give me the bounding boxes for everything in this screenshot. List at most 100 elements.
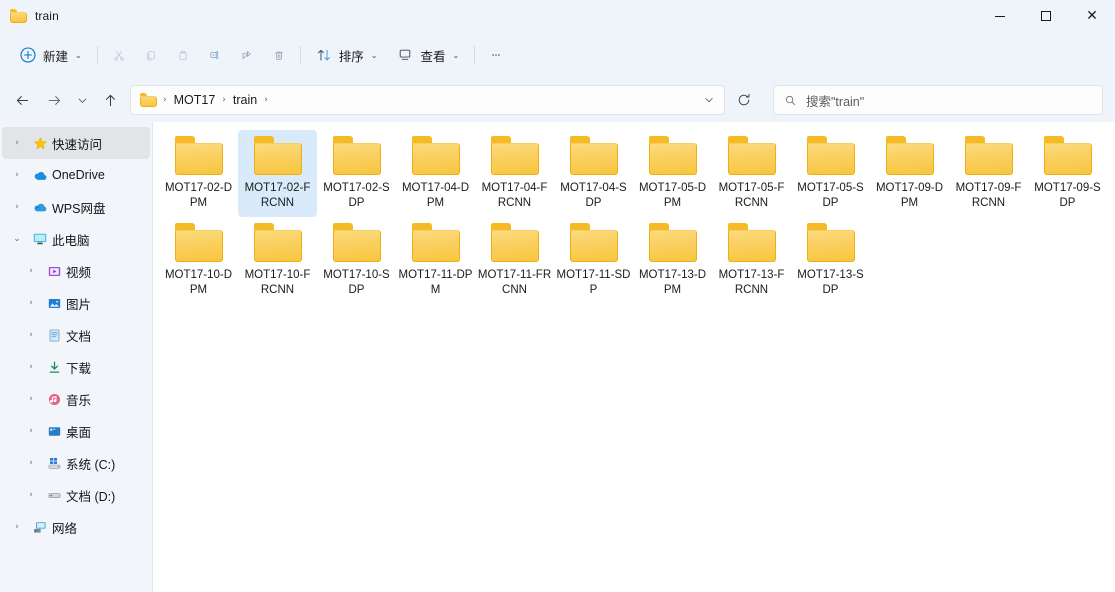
sidebar-item-documents-drive-d[interactable]: › 文档 (D:) [2, 479, 150, 511]
address-bar[interactable]: › MOT17 › train › [130, 85, 725, 115]
chevron-right-icon[interactable]: › [20, 458, 42, 468]
chevron-right-icon[interactable]: › [6, 170, 28, 180]
folder-tile[interactable]: MOT17-10-DPM [159, 217, 238, 304]
share-button[interactable] [231, 39, 263, 71]
chevron-right-icon[interactable]: › [20, 394, 42, 404]
chevron-down-icon[interactable]: ⌄ [6, 234, 28, 244]
breadcrumb-item-mot17[interactable]: MOT17 [168, 90, 222, 110]
refresh-button[interactable] [729, 86, 759, 114]
new-button[interactable]: 新建 ⌄ [10, 39, 92, 71]
chevron-right-icon[interactable]: › [6, 138, 28, 148]
folder-tile[interactable]: MOT17-11-FRCNN [475, 217, 554, 304]
sidebar-item-pictures[interactable]: › 图片 [2, 287, 150, 319]
sidebar-item-label: OneDrive [52, 168, 105, 182]
sort-icon [317, 49, 330, 61]
chevron-right-icon[interactable]: › [20, 426, 42, 436]
folder-tile[interactable]: MOT17-05-FRCNN [712, 130, 791, 217]
sidebar-item-wps-cloud[interactable]: › WPS网盘 [2, 191, 150, 223]
sidebar-item-downloads[interactable]: › 下载 [2, 351, 150, 383]
wps-cloud-icon [28, 199, 52, 216]
sidebar-item-desktop[interactable]: › 桌面 [2, 415, 150, 447]
folder-icon [10, 9, 27, 23]
cut-button[interactable] [103, 39, 135, 71]
view-button[interactable]: 查看 ⌄ [387, 39, 469, 71]
folder-name-label: MOT17-11-FRCNN [477, 269, 552, 296]
paste-button[interactable] [167, 39, 199, 71]
downloads-icon [42, 360, 66, 375]
file-explorer-window: train ✕ 新建 ⌄ 排序 ⌄ 查看 ⌄ › MOT17 › train ›… [0, 0, 1115, 592]
folder-icon [174, 223, 223, 262]
drive-icon [42, 488, 66, 503]
chevron-down-icon: ⌄ [75, 50, 82, 60]
folder-tile[interactable]: MOT17-13-DPM [633, 217, 712, 304]
sort-button[interactable]: 排序 ⌄ [306, 39, 388, 71]
sidebar-item-quick-access[interactable]: › 快速访问 [2, 127, 150, 159]
folder-icon [332, 223, 381, 262]
sidebar-item-documents[interactable]: › 文档 [2, 319, 150, 351]
chevron-right-icon[interactable]: › [6, 522, 28, 532]
maximize-button[interactable] [1023, 0, 1069, 32]
sidebar-item-label: WPS网盘 [52, 201, 106, 216]
folder-tile[interactable]: MOT17-10-FRCNN [238, 217, 317, 304]
folder-tile[interactable]: MOT17-02-FRCNN [238, 130, 317, 217]
folder-tile[interactable]: MOT17-02-DPM [159, 130, 238, 217]
folder-tile[interactable]: MOT17-09-FRCNN [949, 130, 1028, 217]
folder-tile[interactable]: MOT17-09-SDP [1028, 130, 1107, 217]
folder-tile[interactable]: MOT17-10-SDP [317, 217, 396, 304]
recent-locations-button[interactable] [70, 85, 94, 115]
chevron-right-icon[interactable]: › [20, 330, 42, 340]
chevron-right-icon[interactable]: › [20, 362, 42, 372]
chevron-right-icon[interactable]: › [6, 202, 28, 212]
back-button[interactable] [6, 85, 38, 115]
breadcrumb-item-train[interactable]: train [227, 90, 263, 110]
close-button[interactable]: ✕ [1069, 0, 1115, 32]
rename-button[interactable] [199, 39, 231, 71]
refresh-icon [738, 93, 750, 106]
maximize-icon [1041, 11, 1051, 21]
close-icon: ✕ [1086, 8, 1098, 24]
folder-icon [806, 223, 855, 262]
chevron-down-icon [705, 98, 713, 103]
folder-tile[interactable]: MOT17-02-SDP [317, 130, 396, 217]
sidebar-item-onedrive[interactable]: › OneDrive [2, 159, 150, 191]
ellipsis-icon [492, 54, 500, 56]
sidebar-item-this-pc[interactable]: ⌄ 此电脑 [2, 223, 150, 255]
folder-name-label: MOT17-13-DPM [638, 269, 707, 296]
folder-icon [648, 136, 697, 175]
chevron-right-icon[interactable]: › [20, 490, 42, 500]
folder-name-label: MOT17-10-SDP [323, 269, 390, 296]
folder-tile[interactable]: MOT17-04-SDP [554, 130, 633, 217]
sidebar-item-videos[interactable]: › 视频 [2, 255, 150, 287]
folder-tile[interactable]: MOT17-09-DPM [870, 130, 949, 217]
sidebar-item-label: 桌面 [66, 425, 92, 440]
folder-grid: MOT17-02-DPM MOT17-02-FRCNN MOT17-02-SDP MO… [159, 130, 1111, 304]
folder-icon [964, 136, 1013, 175]
chevron-right-icon[interactable]: › [20, 298, 42, 308]
this-pc-icon [28, 231, 52, 247]
sidebar-item-network[interactable]: › 网络 [2, 511, 150, 543]
forward-button[interactable] [38, 85, 70, 115]
more-options-button[interactable] [480, 39, 512, 71]
folder-tile[interactable]: MOT17-05-SDP [791, 130, 870, 217]
folder-tile[interactable]: MOT17-13-FRCNN [712, 217, 791, 304]
folder-name-label: MOT17-05-SDP [797, 182, 864, 209]
search-input[interactable]: 搜索"train" [806, 91, 864, 110]
sidebar-item-system-drive-c[interactable]: › 系统 (C:) [2, 447, 150, 479]
copy-button[interactable] [135, 39, 167, 71]
music-icon [42, 392, 66, 407]
folder-tile[interactable]: MOT17-04-DPM [396, 130, 475, 217]
minimize-button[interactable] [977, 0, 1023, 32]
folder-tile[interactable]: MOT17-11-DPM [396, 217, 475, 304]
folder-tile[interactable]: MOT17-04-FRCNN [475, 130, 554, 217]
folder-tile[interactable]: MOT17-11-SDP [554, 217, 633, 304]
delete-button[interactable] [263, 39, 295, 71]
folder-tile[interactable]: MOT17-13-SDP [791, 217, 870, 304]
search-box[interactable]: 搜索"train" [773, 85, 1103, 115]
folder-tile[interactable]: MOT17-05-DPM [633, 130, 712, 217]
sidebar-item-music[interactable]: › 音乐 [2, 383, 150, 415]
file-list-view[interactable]: MOT17-02-DPM MOT17-02-FRCNN MOT17-02-SDP MO… [153, 122, 1115, 592]
trash-icon [274, 51, 283, 60]
up-button[interactable] [94, 85, 126, 115]
chevron-right-icon[interactable]: › [20, 266, 42, 276]
address-dropdown-button[interactable] [698, 88, 720, 112]
